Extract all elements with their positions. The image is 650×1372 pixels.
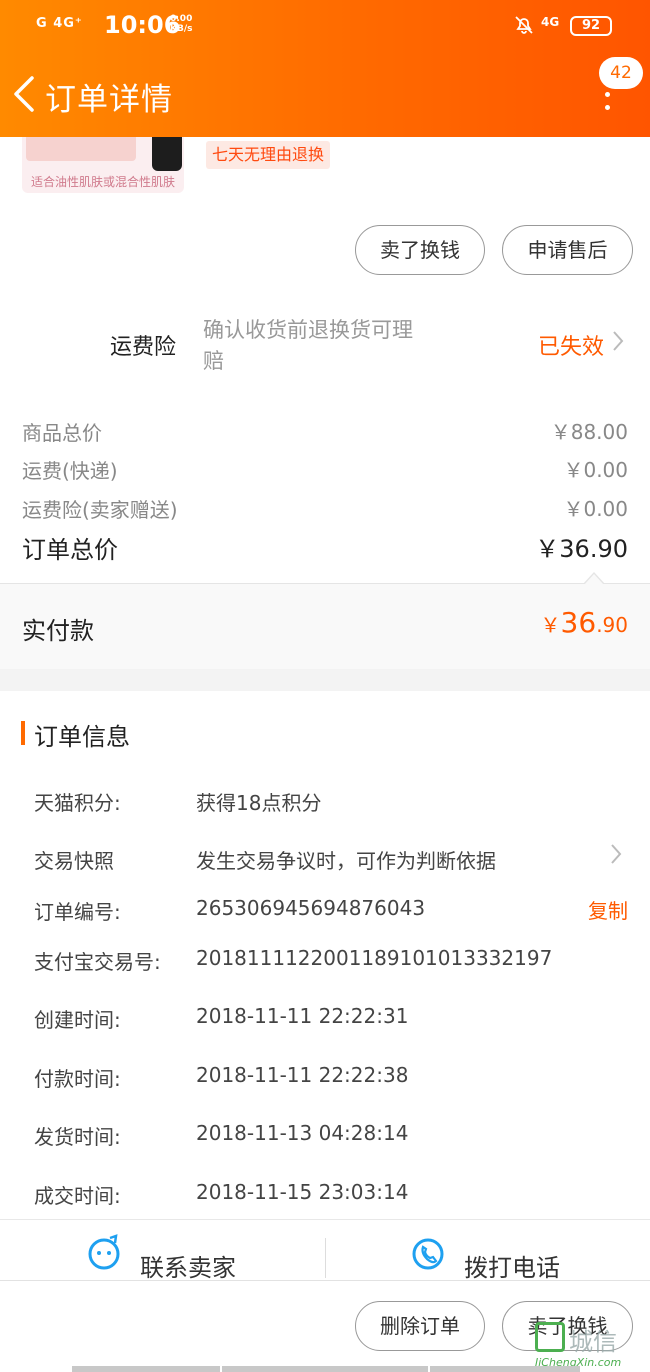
nav-strip — [72, 1366, 220, 1372]
goods-total-value: ￥88.00 — [550, 420, 628, 444]
watermark-name: 城信 — [569, 1328, 617, 1356]
copy-order-number-button[interactable]: 复制 — [588, 895, 628, 924]
alipay-trade-label: 支付宝交易号: — [34, 950, 161, 974]
product-image-caption: 适合油性肌肤或混合性肌肤 — [30, 175, 175, 189]
insurance-fee-value: ￥0.00 — [563, 497, 628, 521]
paid-amount-label: 实付款 — [22, 617, 94, 645]
speed-unit: KB/s — [170, 24, 193, 34]
app-header: G 4G⁺ 10:06 0.00 KB/s 4G 92 订单详情 42 — [0, 0, 650, 137]
order-total-label: 订单总价 — [22, 536, 118, 564]
product-bottle-graphic — [152, 137, 182, 171]
network-type: 4G — [541, 15, 560, 29]
battery-indicator: 92 — [570, 16, 612, 36]
speed-value: 0.00 — [170, 14, 193, 24]
shipped-time-label: 发货时间: — [34, 1125, 121, 1149]
contact-seller-button[interactable]: 联系卖家 — [0, 1220, 325, 1282]
order-summary-card: 适合油性肌肤或混合性肌肤 七天无理由退换 卖了换钱 申请售后 运费险 确认收货前… — [0, 137, 650, 669]
created-time-value: 2018-11-11 22:22:31 — [196, 1004, 409, 1028]
order-number-value: 265306945694876043 — [196, 896, 426, 920]
network-speed: 0.00 KB/s — [170, 14, 192, 34]
order-total-value: ￥36.90 — [535, 535, 628, 563]
site-watermark: 城信 JiChengXin.com — [535, 1322, 647, 1372]
freight-insurance-description: 确认收货前退换货可理赔 — [203, 318, 413, 373]
apply-after-sale-button[interactable]: 申请售后 — [502, 225, 633, 275]
created-time-label: 创建时间: — [34, 1008, 121, 1032]
product-image[interactable]: 适合油性肌肤或混合性肌肤 — [22, 137, 184, 193]
page-title: 订单详情 — [45, 82, 173, 118]
shipping-fee-value: ￥0.00 — [563, 458, 628, 482]
paid-time-value: 2018-11-11 22:22:38 — [196, 1063, 409, 1087]
watermark-logo — [535, 1322, 565, 1352]
paid-decimal: .90 — [596, 613, 628, 637]
order-info-heading: 订单信息 — [34, 723, 130, 751]
back-button[interactable] — [8, 72, 42, 116]
goods-total-label: 商品总价 — [22, 421, 102, 445]
more-menu-icon[interactable] — [602, 92, 612, 112]
return-policy-tag: 七天无理由退换 — [206, 141, 331, 169]
points-value: 获得18点积分 — [196, 791, 322, 815]
paid-integer: 36 — [560, 606, 597, 639]
shipped-time-value: 2018-11-13 04:28:14 — [196, 1121, 409, 1145]
freight-insurance-label: 运费险 — [110, 335, 177, 360]
call-phone-button[interactable]: 拨打电话 — [326, 1220, 650, 1282]
product-pad-graphic — [26, 137, 136, 161]
status-bar: G 4G⁺ 10:06 0.00 KB/s 4G 92 — [0, 8, 650, 44]
completed-time-label: 成交时间: — [34, 1184, 121, 1208]
snapshot-value[interactable]: 发生交易争议时，可作为判断依据 — [196, 845, 496, 874]
freight-insurance-status[interactable]: 已失效 — [538, 329, 604, 361]
paid-currency: ￥ — [540, 613, 561, 637]
section-accent-bar — [21, 721, 25, 745]
contact-bar: 联系卖家 拨打电话 — [0, 1219, 650, 1282]
paid-time-label: 付款时间: — [34, 1067, 121, 1091]
phone-icon — [410, 1234, 446, 1270]
call-phone-label: 拨打电话 — [464, 1254, 560, 1282]
order-number-label: 订单编号: — [34, 900, 121, 924]
points-label: 天猫积分: — [34, 791, 121, 815]
chevron-right-icon[interactable] — [609, 842, 623, 872]
sell-for-cash-button[interactable]: 卖了换钱 — [355, 225, 485, 275]
order-info-section: 订单信息 天猫积分: 获得18点积分 交易快照 发生交易争议时，可作为判断依据 … — [0, 691, 650, 1219]
nav-strip — [430, 1366, 580, 1372]
shipping-fee-label: 运费(快递) — [22, 459, 118, 483]
paid-amount-row: 实付款 ￥36.90 — [0, 572, 650, 669]
signal-indicator: G 4G⁺ — [36, 16, 83, 31]
snapshot-label[interactable]: 交易快照 — [34, 845, 114, 874]
contact-seller-label: 联系卖家 — [140, 1254, 236, 1282]
chevron-left-icon — [14, 76, 34, 112]
muted-bell-icon — [514, 15, 534, 40]
chevron-right-icon[interactable] — [611, 329, 625, 359]
status-time: 10:06 — [104, 11, 181, 39]
alipay-trade-value: 2018111122001189101013332197 — [196, 946, 553, 970]
delete-order-button[interactable]: 删除订单 — [355, 1301, 485, 1351]
paid-amount-value: ￥36.90 — [541, 606, 628, 639]
message-count-badge[interactable]: 42 — [599, 57, 643, 89]
insurance-fee-label: 运费险(卖家赠送) — [22, 498, 178, 522]
completed-time-value: 2018-11-15 23:03:14 — [196, 1180, 409, 1204]
nav-strip — [222, 1366, 428, 1372]
chat-bubble-icon — [86, 1234, 122, 1270]
